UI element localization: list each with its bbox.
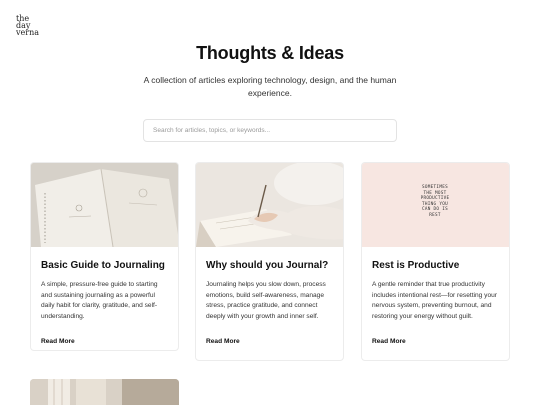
read-more-link[interactable]: Read More (41, 338, 75, 345)
page-title: Thoughts & Ideas (196, 43, 344, 63)
article-image-curtained-room[interactable] (30, 379, 179, 405)
article-card[interactable]: SOMETIMES THE MOST PRODUCTIVE THING YOU … (361, 162, 510, 361)
read-more-link[interactable]: Read More (206, 338, 240, 345)
site-logo[interactable]: the day verna (16, 15, 42, 41)
article-summary: A gentle reminder that true productivity… (372, 281, 497, 320)
read-more-link[interactable]: Read More (372, 338, 406, 345)
article-card[interactable]: Basic Guide to Journaling A simple, pres… (30, 162, 179, 351)
search-input[interactable] (143, 119, 397, 142)
curtain-window-illustration (30, 379, 179, 405)
article-title[interactable]: Rest is Productive (372, 260, 499, 271)
article-title[interactable]: Basic Guide to Journaling (41, 260, 168, 271)
open-notebook-illustration (31, 163, 178, 247)
writing-hand-illustration (196, 163, 343, 247)
article-summary: Journaling helps you slow down, process … (206, 281, 326, 320)
page-subtitle: A collection of articles exploring techn… (143, 75, 397, 98)
article-card[interactable]: Why should you Journal? Journaling helps… (195, 162, 344, 361)
article-title[interactable]: Why should you Journal? (206, 260, 333, 271)
quote-line: REST (429, 212, 441, 218)
logo-line: verna (16, 28, 39, 37)
article-image-quote-card[interactable]: SOMETIMES THE MOST PRODUCTIVE THING YOU … (362, 163, 509, 247)
article-image-journal-notebooks[interactable] (31, 163, 178, 247)
quote-text: SOMETIMES THE MOST PRODUCTIVE THING YOU … (414, 185, 456, 219)
article-image-hand-writing[interactable] (196, 163, 343, 247)
article-summary: A simple, pressure-free guide to startin… (41, 281, 158, 320)
